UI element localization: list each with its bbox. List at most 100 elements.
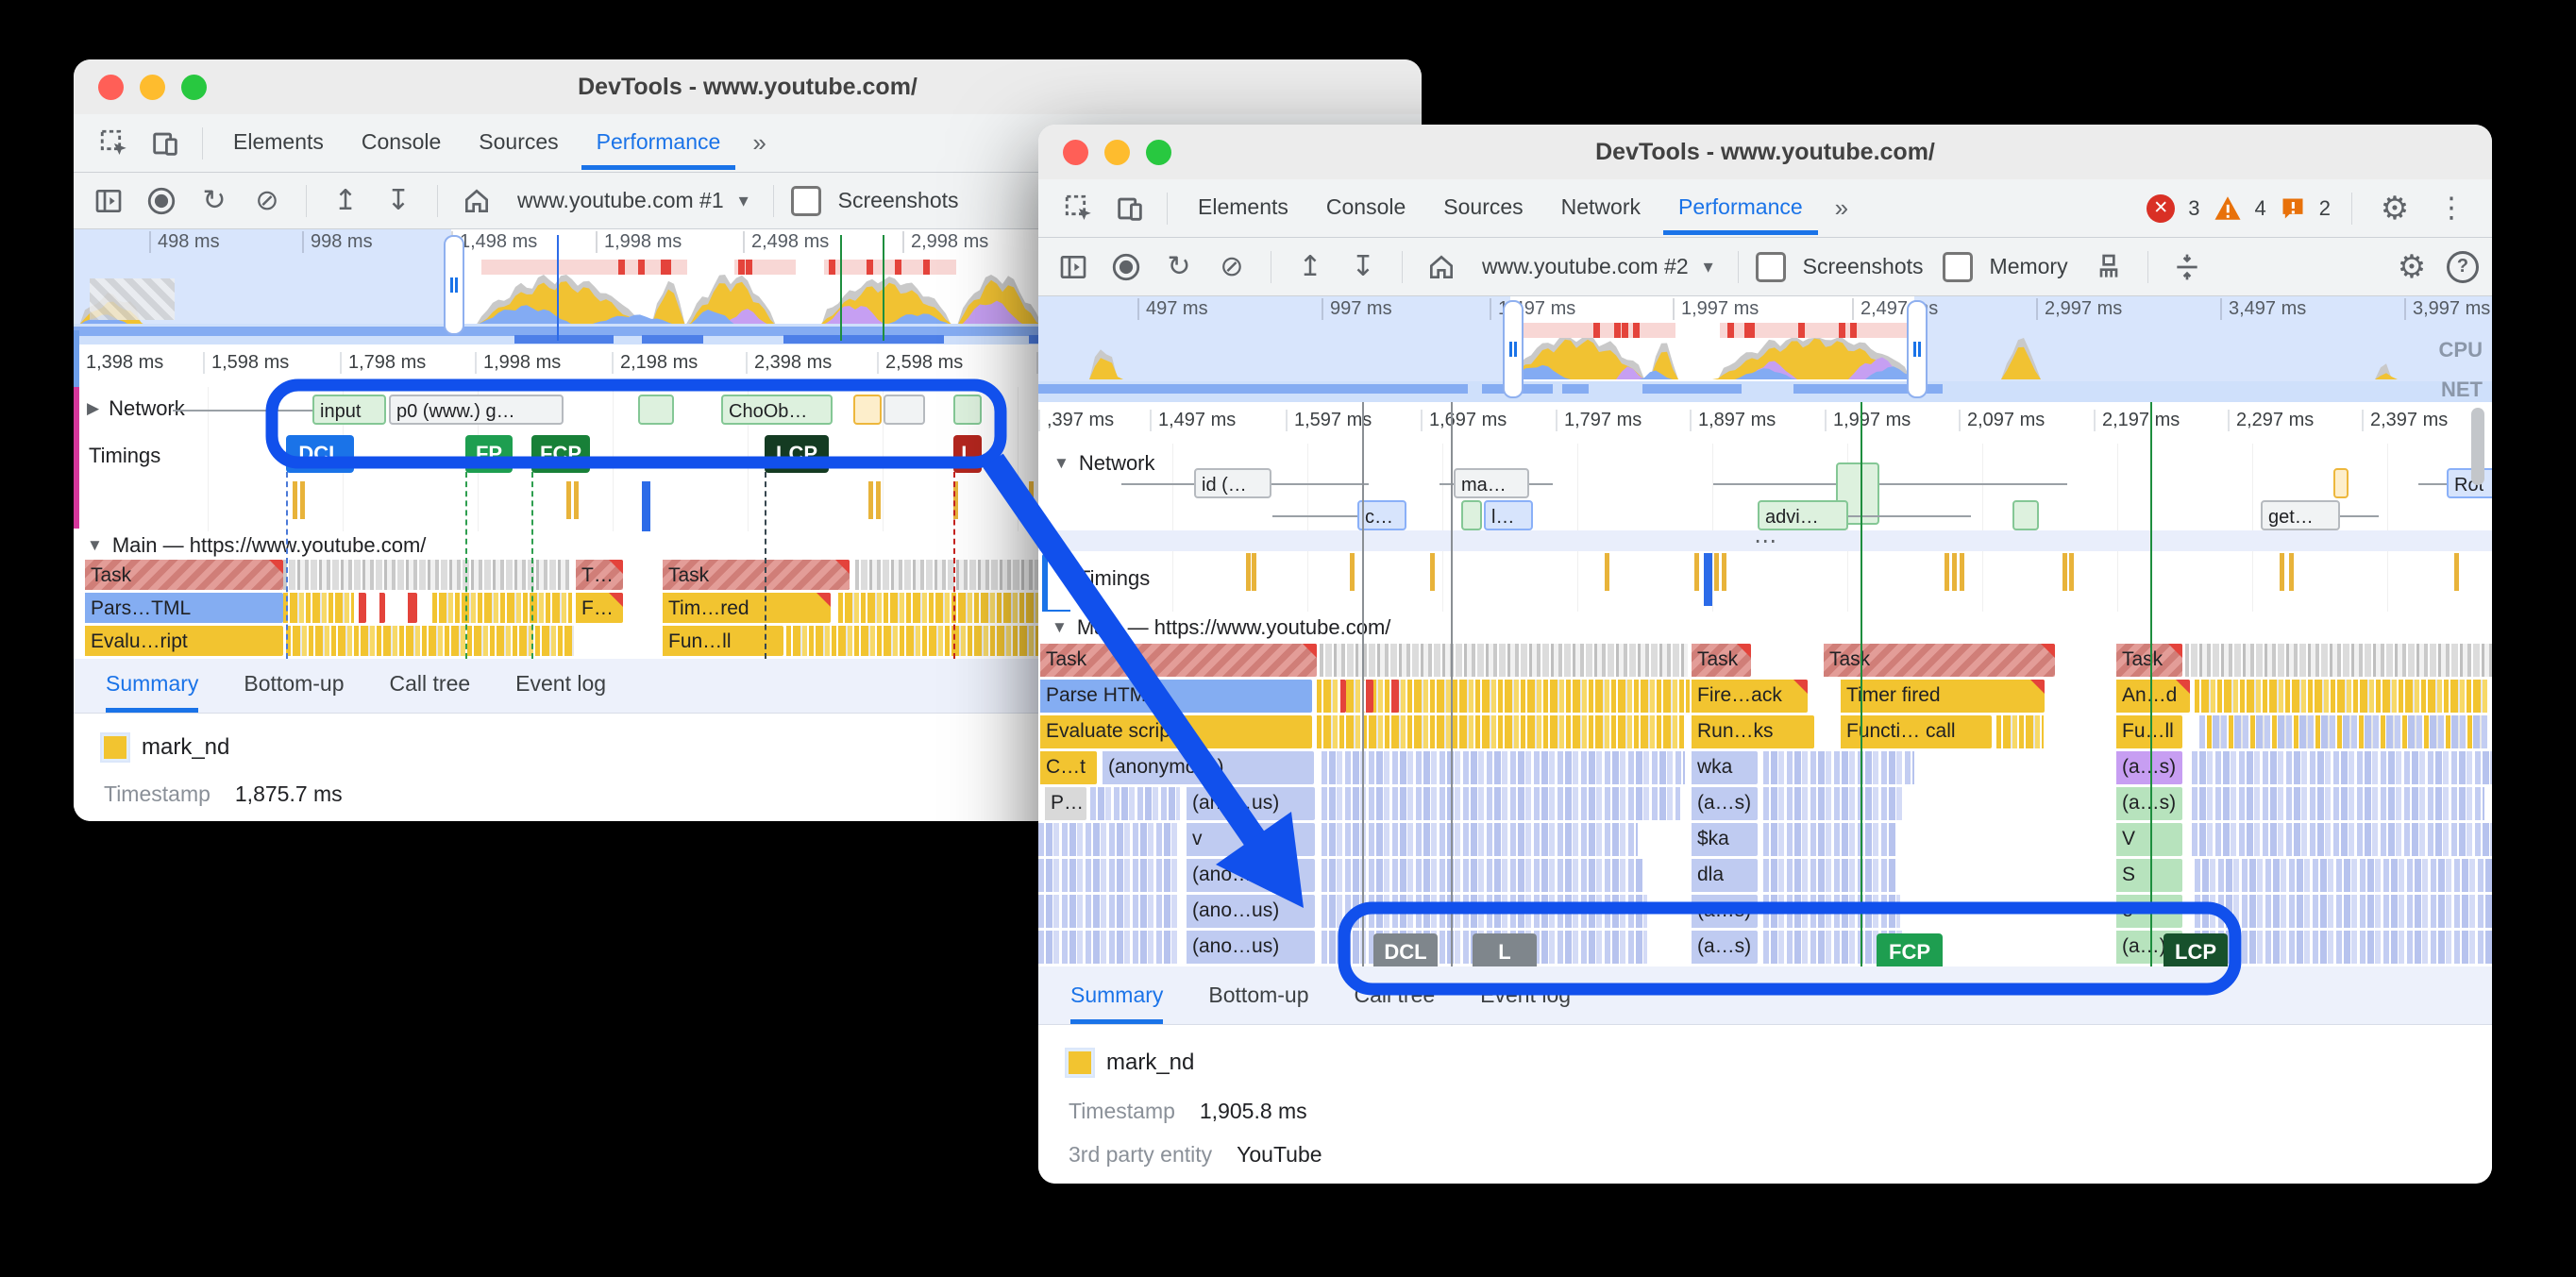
tab-call-tree[interactable]: Call tree xyxy=(1355,983,1436,1024)
device-toolbar-icon[interactable] xyxy=(143,122,187,165)
flame-segment[interactable]: T… xyxy=(574,560,623,590)
network-request[interactable]: advi… xyxy=(1758,500,1848,530)
network-request[interactable] xyxy=(2333,468,2349,498)
maximize-button[interactable] xyxy=(1146,139,1171,165)
screenshots-checkbox[interactable] xyxy=(1755,251,1786,282)
timing-marker-badge[interactable]: L xyxy=(953,435,982,473)
flame-segment[interactable]: Task xyxy=(1822,644,2055,677)
tab-console[interactable]: Console xyxy=(346,116,456,170)
collapse-icon[interactable]: ▼ xyxy=(87,536,103,555)
gear-icon[interactable]: ⚙ xyxy=(2390,245,2433,289)
flame-segment[interactable]: e xyxy=(2114,895,2182,928)
flame-segment[interactable]: Fun…ll xyxy=(661,626,783,656)
warning-icon[interactable] xyxy=(2214,195,2242,221)
record-icon[interactable] xyxy=(140,179,183,223)
flame-segment[interactable]: C…t xyxy=(1038,751,1097,784)
flame-segment[interactable]: Functi… call xyxy=(1839,715,1992,748)
collapse-icon[interactable]: ▼ xyxy=(1052,618,1068,637)
shrink-timeline-icon[interactable] xyxy=(2165,245,2209,289)
history-dropdown[interactable]: www.youtube.com #2 xyxy=(1482,254,1689,279)
flame-segment[interactable] xyxy=(1339,680,1346,713)
flame-segment[interactable]: (a…s) xyxy=(1690,787,1758,820)
flame-segment[interactable]: Pars…TML xyxy=(83,593,283,623)
flame-segment[interactable]: Parse HTML xyxy=(1038,680,1312,713)
kebab-menu-icon[interactable]: ⋮ xyxy=(2430,187,2473,230)
flame-segment[interactable]: $ka xyxy=(1690,823,1758,856)
tab-performance[interactable]: Performance xyxy=(581,116,736,170)
timing-marker-badge[interactable]: L xyxy=(1473,933,1537,971)
flame-segment[interactable]: F… xyxy=(574,593,623,623)
flame-segment[interactable]: Timer fired xyxy=(1839,680,2045,713)
clear-icon[interactable]: ⊘ xyxy=(1210,245,1254,289)
toggle-sidebar-icon[interactable] xyxy=(87,179,130,223)
network-request[interactable] xyxy=(638,395,674,425)
network-request[interactable]: get… xyxy=(2261,500,2340,530)
minimize-button[interactable] xyxy=(140,74,165,100)
flame-segment[interactable]: Task xyxy=(1038,644,1317,677)
maximize-button[interactable] xyxy=(181,74,207,100)
load-profile-icon[interactable]: ↥ xyxy=(1288,245,1332,289)
close-button[interactable] xyxy=(1063,139,1088,165)
tab-network[interactable]: Network xyxy=(1546,181,1656,235)
network-request[interactable]: Rot xyxy=(2447,468,2492,498)
flame-segment[interactable]: Task xyxy=(83,560,283,590)
flame-segment[interactable]: Tim…red xyxy=(661,593,831,623)
timing-marker-badge[interactable]: FCP xyxy=(1877,933,1943,971)
network-request[interactable] xyxy=(853,395,882,425)
screenshots-checkbox[interactable] xyxy=(790,185,821,216)
save-profile-icon[interactable]: ↧ xyxy=(377,179,420,223)
flame-segment[interactable]: Run…ks xyxy=(1690,715,1814,748)
tab-bottom-up[interactable]: Bottom-up xyxy=(1208,983,1308,1024)
timeline-overview[interactable]: 497 ms 997 ms 1,497 ms 1,997 ms 2,497 ms 2,99… xyxy=(1038,296,2492,402)
network-request[interactable]: p0 (www.) g… xyxy=(389,395,564,425)
network-request[interactable]: input xyxy=(312,395,386,425)
network-request[interactable]: c… xyxy=(1357,500,1406,530)
flame-segment[interactable] xyxy=(1364,680,1373,713)
flame-segment[interactable]: (ano…us) xyxy=(1185,787,1315,820)
record-icon[interactable] xyxy=(1104,245,1148,289)
timing-marker-badge[interactable]: LCP xyxy=(2164,933,2228,971)
gear-icon[interactable]: ⚙ xyxy=(2373,187,2416,230)
memory-checkbox[interactable] xyxy=(1942,251,1973,282)
scrollbar-thumb[interactable] xyxy=(2471,408,2484,485)
timing-marker-badge[interactable]: FCP xyxy=(531,435,590,473)
tab-console[interactable]: Console xyxy=(1311,181,1421,235)
tab-event-log[interactable]: Event log xyxy=(1480,983,1571,1024)
inspect-icon[interactable] xyxy=(1057,187,1101,230)
device-toolbar-icon[interactable] xyxy=(1108,187,1152,230)
close-button[interactable] xyxy=(98,74,124,100)
flame-segment[interactable]: (a…s) xyxy=(1690,895,1758,928)
more-tabs-icon[interactable]: » xyxy=(743,128,775,158)
flame-segment[interactable]: wka xyxy=(1690,751,1758,784)
flame-segment[interactable] xyxy=(357,593,366,623)
home-icon[interactable] xyxy=(455,179,498,223)
tab-sources[interactable]: Sources xyxy=(1428,181,1538,235)
issues-icon[interactable] xyxy=(2280,195,2306,222)
flame-segment[interactable]: V xyxy=(2114,823,2182,856)
warning-count[interactable]: 4 xyxy=(2255,196,2266,221)
tab-elements[interactable]: Elements xyxy=(1183,181,1304,235)
chevron-down-icon[interactable]: ▾ xyxy=(739,189,749,212)
flame-segment[interactable]: Fire…ack xyxy=(1690,680,1808,713)
flame-segment[interactable]: S xyxy=(2114,859,2182,892)
clear-icon[interactable]: ⊘ xyxy=(245,179,289,223)
flame-segment[interactable]: v xyxy=(1185,823,1315,856)
minimize-button[interactable] xyxy=(1104,139,1130,165)
flame-segment[interactable]: Task xyxy=(2114,644,2182,677)
timing-marker-badge[interactable]: DCL xyxy=(1373,933,1438,971)
network-request[interactable]: ma… xyxy=(1454,468,1529,498)
inspect-icon[interactable] xyxy=(93,122,136,165)
flame-segment[interactable]: Task xyxy=(661,560,850,590)
flame-segment[interactable]: An…d xyxy=(2114,680,2190,713)
track-resizer[interactable]: ⋯ xyxy=(1038,529,2492,554)
error-icon[interactable]: ✕ xyxy=(2147,193,2176,223)
flame-segment[interactable]: (a…s) xyxy=(2114,751,2182,784)
flame-segment[interactable]: Evaluate script xyxy=(1038,715,1312,748)
timing-marker-badge[interactable]: FP xyxy=(465,435,513,473)
more-tabs-icon[interactable]: » xyxy=(1826,193,1858,223)
help-icon[interactable]: ? xyxy=(2447,250,2479,283)
toggle-sidebar-icon[interactable] xyxy=(1052,245,1095,289)
timing-marker-badge[interactable]: LCP xyxy=(765,435,829,473)
flame-segment[interactable]: (ano…us) xyxy=(1185,859,1315,892)
reload-record-icon[interactable]: ↻ xyxy=(193,179,236,223)
